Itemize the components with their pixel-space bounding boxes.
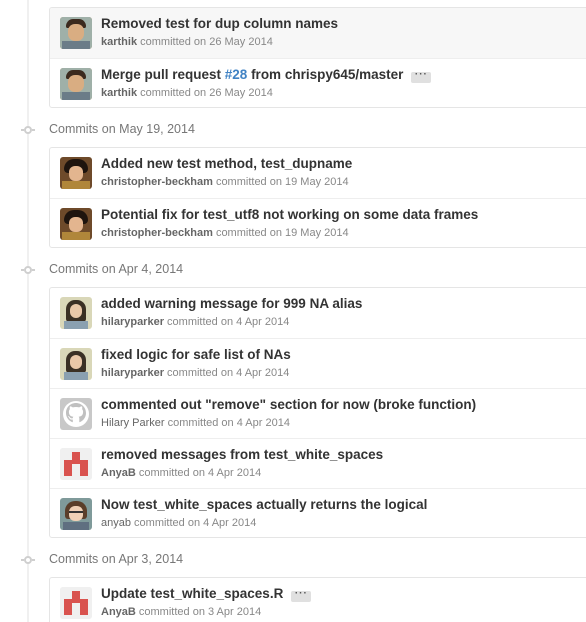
commit-author[interactable]: hilaryparker	[101, 316, 164, 328]
commit-row[interactable]: Now test_white_spaces actually returns t…	[50, 488, 586, 537]
identicon-avatar[interactable]	[60, 448, 92, 480]
commit-title-link[interactable]: Merge pull request #28 from chrispy645/m…	[101, 67, 432, 83]
commit-meta: karthik committed on 26 May 2014	[101, 87, 273, 99]
commit-title-link[interactable]: Update test_white_spaces.R ···	[101, 586, 312, 602]
commit-group-header: Commits on May 19, 2014	[0, 118, 586, 142]
github-octocat-avatar	[60, 398, 92, 430]
commit-row[interactable]: fixed logic for safe list of NAs hilaryp…	[50, 338, 586, 388]
commit-title-link[interactable]: fixed logic for safe list of NAs	[101, 347, 291, 362]
commit-title-link[interactable]: Added new test method, test_dupname	[101, 156, 352, 171]
commit-author[interactable]: hilaryparker	[101, 367, 164, 379]
commit-meta: christopher-beckham committed on 19 May …	[101, 176, 349, 188]
pull-request-link[interactable]: #28	[225, 67, 248, 82]
commit-title-link[interactable]: commented out "remove" section for now (…	[101, 397, 476, 412]
commit-title-prefix[interactable]: Merge pull request	[101, 67, 225, 82]
commit-title-suffix[interactable]: from chrispy645/master	[247, 67, 403, 82]
commit-node-icon	[21, 265, 35, 275]
commit-meta: Hilary Parker committed on 4 Apr 2014	[101, 417, 290, 429]
commit-date: committed on 4 Apr 2014	[167, 417, 290, 429]
commit-node-icon	[21, 555, 35, 565]
karthik-avatar[interactable]	[60, 68, 92, 100]
commit-author[interactable]: karthik	[101, 36, 137, 48]
commit-date: committed on 3 Apr 2014	[138, 606, 262, 618]
commit-row[interactable]: Removed test for dup column names karthi…	[50, 8, 586, 58]
timeline-line	[27, 0, 29, 622]
commit-author: Hilary Parker	[101, 417, 165, 429]
commit-meta: anyab committed on 4 Apr 2014	[101, 517, 256, 529]
commit-group: Added new test method, test_dupname chri…	[49, 147, 586, 248]
commit-meta: karthik committed on 26 May 2014	[101, 36, 273, 48]
commit-author[interactable]: anyab	[101, 517, 131, 529]
commit-title-link[interactable]: Now test_white_spaces actually returns t…	[101, 497, 427, 512]
karthik-avatar[interactable]	[60, 17, 92, 49]
expand-description-button[interactable]: ···	[411, 70, 432, 83]
commit-node-icon	[21, 125, 35, 135]
commit-meta: AnyaB committed on 3 Apr 2014	[101, 606, 261, 618]
commit-group-title: Commits on May 19, 2014	[49, 122, 195, 136]
commit-row[interactable]: removed messages from test_white_spaces …	[50, 438, 586, 488]
commit-title-text[interactable]: Update test_white_spaces.R	[101, 586, 283, 601]
commit-group: added warning message for 999 NA alias h…	[49, 287, 586, 538]
commit-author[interactable]: karthik	[101, 87, 137, 99]
commit-group-title: Commits on Apr 3, 2014	[49, 552, 184, 566]
commit-meta: AnyaB committed on 4 Apr 2014	[101, 467, 261, 479]
christopher-avatar[interactable]	[60, 208, 92, 240]
commit-meta: hilaryparker committed on 4 Apr 2014	[101, 316, 289, 328]
commit-group: Removed test for dup column names karthi…	[49, 7, 586, 108]
commit-date: committed on 4 Apr 2014	[167, 316, 290, 328]
commit-date: committed on 26 May 2014	[140, 87, 273, 99]
commit-row[interactable]: Added new test method, test_dupname chri…	[50, 148, 586, 198]
commit-author[interactable]: AnyaB	[101, 606, 136, 618]
hilary-avatar[interactable]	[60, 348, 92, 380]
commit-group-header: Commits on Apr 4, 2014	[0, 258, 586, 282]
commit-meta: christopher-beckham committed on 19 May …	[101, 227, 349, 239]
anya-avatar[interactable]	[60, 498, 92, 530]
expand-description-button[interactable]: ···	[291, 589, 312, 602]
commit-author[interactable]: christopher-beckham	[101, 176, 213, 188]
commit-row[interactable]: Merge pull request #28 from chrispy645/m…	[50, 58, 586, 107]
identicon-avatar[interactable]	[60, 587, 92, 619]
commit-date: committed on 4 Apr 2014	[134, 517, 257, 529]
commit-title-link[interactable]: added warning message for 999 NA alias	[101, 296, 362, 311]
commit-date: committed on 19 May 2014	[215, 176, 349, 188]
christopher-avatar[interactable]	[60, 157, 92, 189]
commit-title-link[interactable]: Removed test for dup column names	[101, 16, 338, 31]
commit-group: Update test_white_spaces.R ··· AnyaB comm…	[49, 577, 586, 622]
commit-meta: hilaryparker committed on 4 Apr 2014	[101, 367, 289, 379]
commit-title-link[interactable]: Potential fix for test_utf8 not working …	[101, 207, 478, 222]
commit-author[interactable]: AnyaB	[101, 467, 136, 479]
commit-row[interactable]: Update test_white_spaces.R ··· AnyaB comm…	[50, 578, 586, 622]
hilary-avatar[interactable]	[60, 297, 92, 329]
commit-row[interactable]: Potential fix for test_utf8 not working …	[50, 198, 586, 247]
commit-date: committed on 4 Apr 2014	[138, 467, 262, 479]
commit-title-link[interactable]: removed messages from test_white_spaces	[101, 447, 383, 462]
commit-date: committed on 19 May 2014	[215, 227, 349, 239]
commit-author[interactable]: christopher-beckham	[101, 227, 213, 239]
commit-date: committed on 26 May 2014	[140, 36, 273, 48]
commit-group-header: Commits on Apr 3, 2014	[0, 548, 586, 572]
commit-group-title: Commits on Apr 4, 2014	[49, 262, 184, 276]
commit-date: committed on 4 Apr 2014	[167, 367, 290, 379]
commit-row[interactable]: commented out "remove" section for now (…	[50, 388, 586, 438]
commit-row[interactable]: added warning message for 999 NA alias h…	[50, 288, 586, 338]
